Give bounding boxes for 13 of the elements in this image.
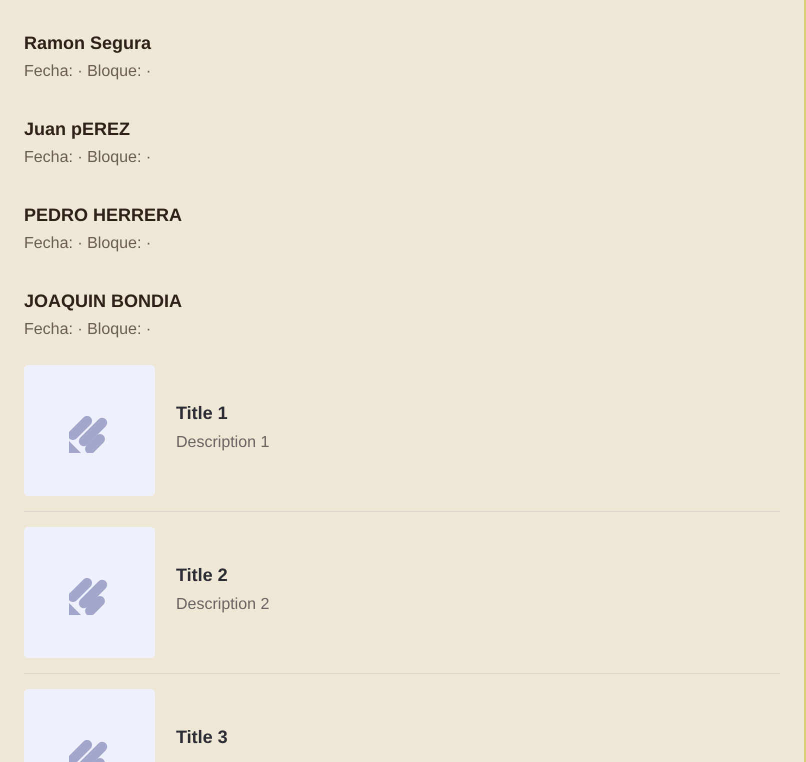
person-name: Ramon Segura [24,32,152,55]
card-title: Title 1 [176,403,229,424]
person-name: JOAQUIN BONDIA [24,290,184,313]
person-name: Juan pEREZ [24,118,132,141]
card-description: Description 1 [176,434,270,452]
person-name: PEDRO HERRERA [24,204,184,227]
person-meta: Fecha: · Bloque: · [24,148,152,168]
person-meta: Fecha: · Bloque: · [24,234,152,254]
card-title: Title 3 [176,727,228,748]
person-meta: Fecha: · Bloque: · [24,320,152,340]
card-title: Title 2 [176,565,229,586]
person-meta: Fecha: · Bloque: · [24,62,152,82]
card-description: Description 2 [176,596,270,614]
